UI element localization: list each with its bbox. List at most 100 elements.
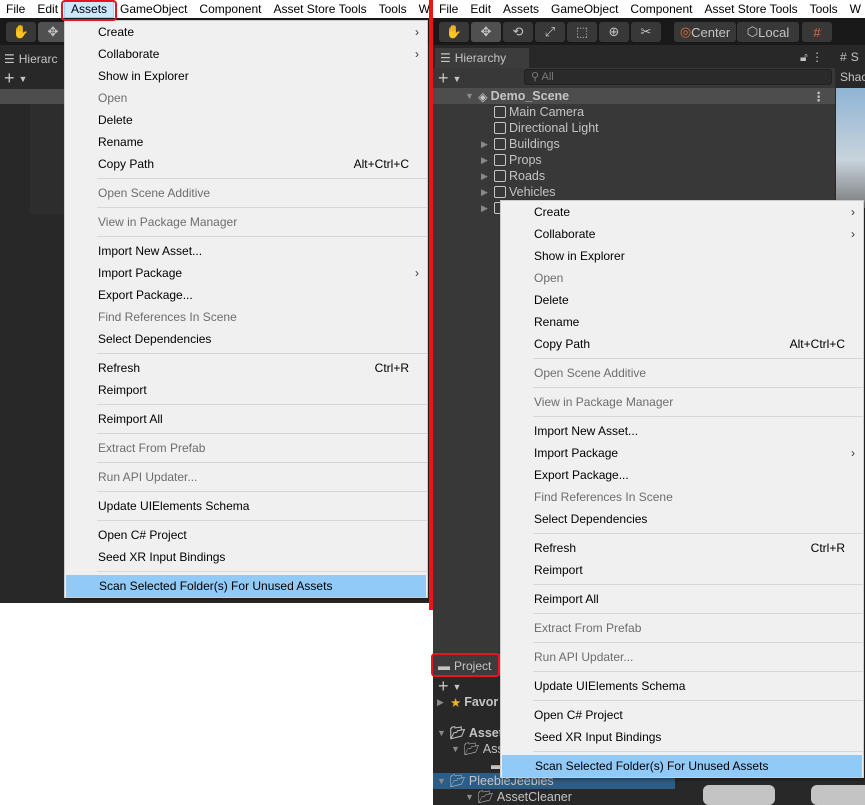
- move-tool-button[interactable]: ✥: [471, 22, 501, 42]
- menu-item-label: Open C# Project: [98, 528, 187, 542]
- menu-item-reimport-all[interactable]: Reimport All: [501, 588, 863, 610]
- hierarchy-item[interactable]: Main Camera: [481, 104, 584, 120]
- right-toolbar: ✋ ✥ ⟲ ⤢ ⬚ ⊕ ✂ ◎ Center ⬡ Local #: [433, 18, 865, 45]
- menu-item-rename[interactable]: Rename: [65, 131, 427, 153]
- menu-separator: [97, 204, 427, 211]
- hierarchy-item-label: Props: [509, 153, 542, 167]
- menu-item-import-package[interactable]: Import Package ›: [65, 262, 427, 284]
- menu-gameobject[interactable]: GameObject: [545, 0, 624, 18]
- menu-item-reimport[interactable]: Reimport: [65, 379, 427, 401]
- menu-file[interactable]: File: [0, 0, 31, 18]
- gameobject-icon: [494, 122, 506, 134]
- assets-menu-right: Create › Collaborate › Show in Explorer Open D…: [500, 200, 864, 778]
- menu-item-update-uielements-schema[interactable]: Update UIElements Schema: [501, 675, 863, 697]
- menu-edit[interactable]: Edit: [464, 0, 497, 18]
- menu-item-reimport[interactable]: Reimport: [501, 559, 863, 581]
- menu-item-delete[interactable]: Delete: [501, 289, 863, 311]
- menu-separator: [533, 355, 863, 362]
- expand-icon: ▼: [465, 91, 474, 101]
- pivot-center-button[interactable]: ◎ Center: [674, 22, 736, 42]
- left-add-button[interactable]: + ▼: [4, 68, 27, 89]
- project-thumb: [703, 785, 775, 805]
- menu-component[interactable]: Component: [624, 0, 698, 18]
- menu-item-refresh[interactable]: Refresh Ctrl+R: [501, 537, 863, 559]
- hierarchy-item[interactable]: ▶ Vehicles: [481, 184, 556, 200]
- menu-item-select-dependencies[interactable]: Select Dependencies: [501, 508, 863, 530]
- menu-item-export-package[interactable]: Export Package...: [501, 464, 863, 486]
- hierarchy-item[interactable]: Directional Light: [481, 120, 599, 136]
- menu-asset-store-tools[interactable]: Asset Store Tools: [267, 0, 372, 18]
- menu-separator: [533, 530, 863, 537]
- menu-item-import-new-asset[interactable]: Import New Asset...: [65, 240, 427, 262]
- grid-snap-button[interactable]: #: [802, 22, 832, 42]
- menu-item-scan-selected-folder-s-for-unused-assets[interactable]: Scan Selected Folder(s) For Unused Asset…: [66, 575, 426, 597]
- menu-item-open-scene-additive: Open Scene Additive: [501, 362, 863, 384]
- hierarchy-search[interactable]: ⚲ All: [524, 69, 832, 85]
- menu-tools[interactable]: Tools: [804, 0, 844, 18]
- transform-tool-button[interactable]: ⊕: [599, 22, 629, 42]
- menu-gameobject[interactable]: GameObject: [114, 0, 193, 18]
- menu-asset-store-tools[interactable]: Asset Store Tools: [698, 0, 803, 18]
- menu-item-copy-path[interactable]: Copy Path Alt+Ctrl+C: [501, 333, 863, 355]
- menu-item-label: Reimport All: [534, 592, 599, 606]
- menu-item-refresh[interactable]: Refresh Ctrl+R: [65, 357, 427, 379]
- menu-item-show-in-explorer[interactable]: Show in Explorer: [65, 65, 427, 87]
- hierarchy-item[interactable]: ▶ Buildings: [481, 136, 560, 152]
- menu-item-delete[interactable]: Delete: [65, 109, 427, 131]
- menu-item-label: Import New Asset...: [534, 424, 639, 438]
- menu-edit[interactable]: Edit: [31, 0, 64, 18]
- menu-item-select-dependencies[interactable]: Select Dependencies: [65, 328, 427, 350]
- add-button[interactable]: + ▼: [438, 68, 461, 89]
- pivot-local-button[interactable]: ⬡ Local: [737, 22, 799, 42]
- menu-component[interactable]: Component: [193, 0, 267, 18]
- project-row-label: Asset: [468, 726, 503, 740]
- menu-item-open-c-project[interactable]: Open C# Project: [65, 524, 427, 546]
- project-row[interactable]: ▼ 📂︎ AssetCleaner: [433, 789, 675, 805]
- menu-assets[interactable]: Assets: [497, 0, 545, 18]
- shading-mode[interactable]: Shac: [840, 70, 865, 84]
- chevron-right-icon: ›: [851, 227, 855, 241]
- menu-item-create[interactable]: Create ›: [65, 21, 427, 43]
- chevron-right-icon: ›: [415, 25, 419, 39]
- more-icon[interactable]: ⋮: [813, 89, 826, 104]
- menu-item-export-package[interactable]: Export Package...: [65, 284, 427, 306]
- menu-item-copy-path[interactable]: Copy Path Alt+Ctrl+C: [65, 153, 427, 175]
- hand-tool-button[interactable]: ✋: [6, 22, 36, 42]
- rect-tool-button[interactable]: ⬚: [567, 22, 597, 42]
- menu-item-import-new-asset[interactable]: Import New Asset...: [501, 420, 863, 442]
- menu-item-collaborate[interactable]: Collaborate ›: [65, 43, 427, 65]
- menu-item-seed-xr-input-bindings[interactable]: Seed XR Input Bindings: [65, 546, 427, 568]
- menu-item-scan-selected-folder-s-for-unused-assets[interactable]: Scan Selected Folder(s) For Unused Asset…: [502, 755, 862, 777]
- menu-item-reimport-all[interactable]: Reimport All: [65, 408, 427, 430]
- menu-item-import-package[interactable]: Import Package ›: [501, 442, 863, 464]
- hierarchy-item[interactable]: ▶ Props: [481, 152, 542, 168]
- hand-tool-button[interactable]: ✋: [439, 22, 469, 42]
- menu-item-label: Import New Asset...: [98, 244, 203, 258]
- project-row-label: Favor: [464, 695, 499, 709]
- menu-file[interactable]: File: [433, 0, 464, 18]
- hierarchy-tab[interactable]: ☰ Hierarchy: [440, 49, 506, 67]
- folder-icon: 📂︎: [450, 773, 466, 788]
- menu-separator: [97, 517, 427, 524]
- custom-tool-button[interactable]: ✂: [631, 22, 661, 42]
- menu-w[interactable]: W: [413, 0, 430, 18]
- menu-item-open-c-project[interactable]: Open C# Project: [501, 704, 863, 726]
- menu-item-collaborate[interactable]: Collaborate ›: [501, 223, 863, 245]
- menu-tools[interactable]: Tools: [373, 0, 413, 18]
- rotate-tool-button[interactable]: ⟲: [503, 22, 533, 42]
- hierarchy-item-label: Buildings: [509, 137, 560, 151]
- left-hierarchy-tab[interactable]: ☰ Hierarc: [4, 50, 57, 68]
- menu-item-seed-xr-input-bindings[interactable]: Seed XR Input Bindings: [501, 726, 863, 748]
- menu-item-update-uielements-schema[interactable]: Update UIElements Schema: [65, 495, 427, 517]
- menu-item-show-in-explorer[interactable]: Show in Explorer: [501, 245, 863, 267]
- menu-item-label: Copy Path: [98, 157, 155, 171]
- scene-tab[interactable]: # S: [840, 50, 859, 64]
- hierarchy-item[interactable]: ▶ Roads: [481, 168, 545, 184]
- menu-item-create[interactable]: Create ›: [501, 201, 863, 223]
- lock-icon[interactable]: 🔓︎ ⋮: [800, 50, 823, 65]
- scale-tool-button[interactable]: ⤢: [535, 22, 565, 42]
- menu-separator: [97, 175, 427, 182]
- menu-w[interactable]: W: [844, 0, 865, 18]
- scene-row[interactable]: ▼ ◈ Demo_Scene ⋮: [433, 88, 835, 104]
- menu-item-rename[interactable]: Rename: [501, 311, 863, 333]
